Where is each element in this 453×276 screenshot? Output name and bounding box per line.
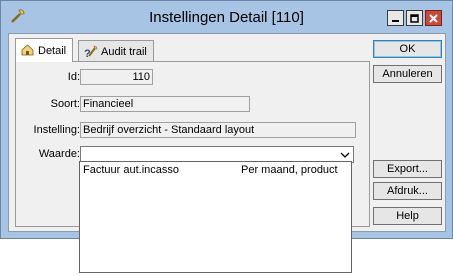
waarde-label: Waarde:: [38, 148, 80, 160]
tab-detail[interactable]: Detail: [15, 38, 74, 62]
soort-label: Soort:: [50, 98, 80, 110]
export-button[interactable]: Export...: [373, 160, 442, 178]
id-label: Id:: [67, 71, 80, 83]
close-button[interactable]: [425, 10, 442, 26]
tab-audit-label: Audit trail: [101, 45, 147, 58]
title-bar[interactable]: Instellingen Detail [110]: [1, 1, 452, 32]
tab-detail-label: Detail: [38, 44, 67, 57]
maximize-button[interactable]: [406, 10, 423, 26]
instelling-field: Bedrijf overzicht - Standaard layout: [80, 122, 356, 138]
close-icon: [429, 13, 438, 23]
waarde-dropdown-button[interactable]: [338, 148, 352, 161]
option-description: Per maand, product: [241, 164, 338, 176]
instelling-label: Instelling:: [33, 124, 80, 136]
detail-icon: [20, 42, 35, 60]
option-name: Factuur aut.incasso: [83, 164, 179, 176]
id-field: 110: [80, 69, 153, 85]
list-item[interactable]: Factuur aut.incasso Per maand, product: [80, 163, 351, 177]
audit-icon: ?: [83, 44, 98, 62]
afdruk-button[interactable]: Afdruk...: [373, 182, 442, 200]
help-button[interactable]: Help: [373, 207, 442, 225]
chevron-down-icon: [340, 152, 350, 158]
window-title: Instellingen Detail [110]: [149, 9, 304, 26]
tab-audit-trail[interactable]: ? Audit trail: [78, 40, 154, 62]
minimize-button[interactable]: [387, 10, 404, 26]
ok-button[interactable]: OK: [373, 40, 442, 58]
maximize-icon: [410, 13, 419, 23]
minimize-icon: [392, 19, 399, 22]
annuleren-button[interactable]: Annuleren: [373, 65, 442, 83]
waarde-dropdown-list: Factuur aut.incasso Per maand, product: [79, 161, 352, 273]
soort-field: Financieel: [80, 96, 250, 112]
